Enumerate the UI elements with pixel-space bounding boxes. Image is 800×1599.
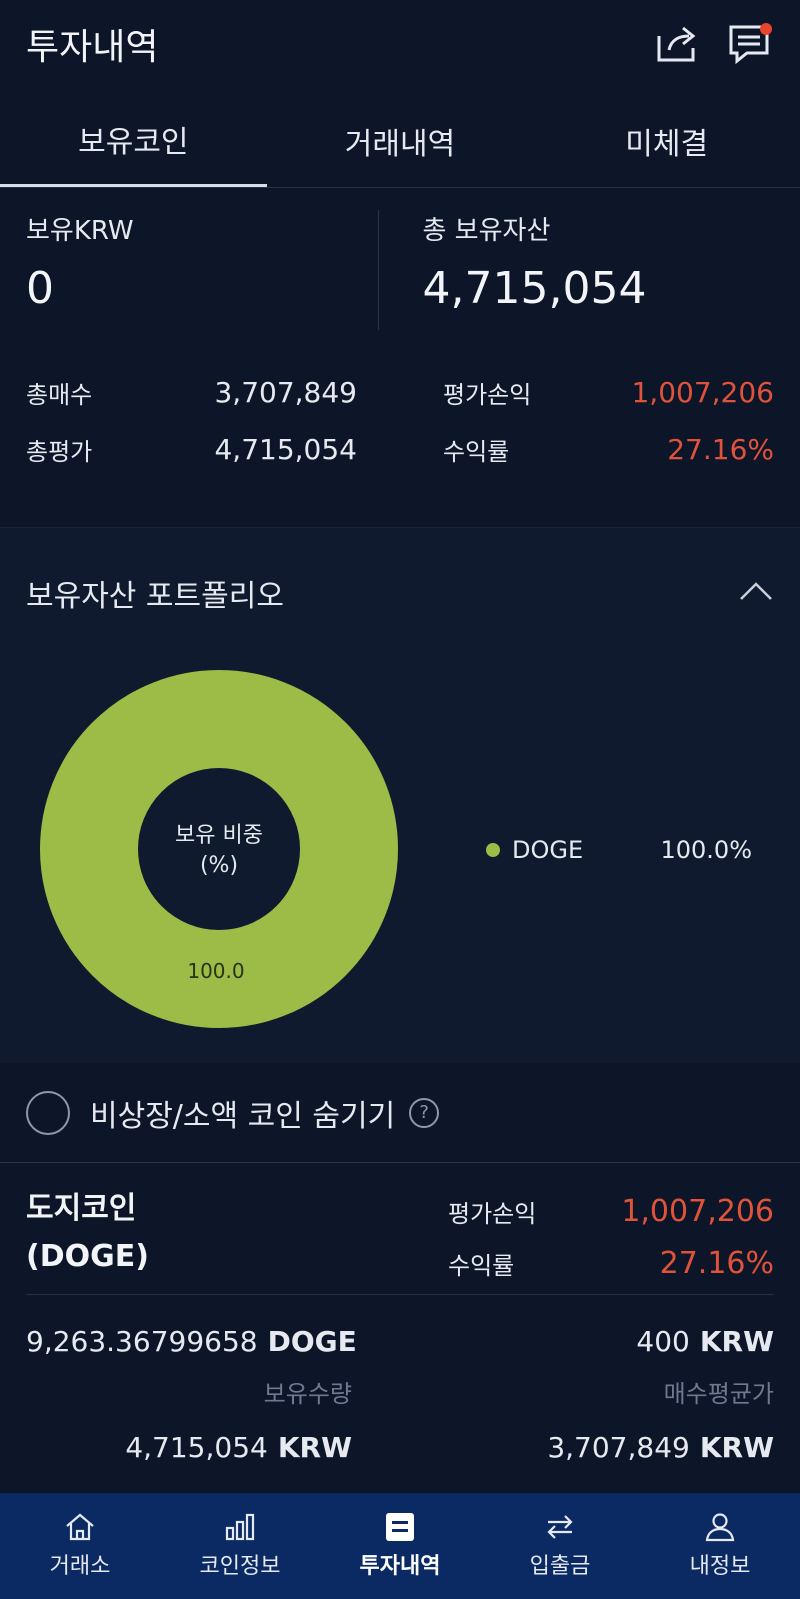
portfolio-legend: DOGE 100.0% <box>486 836 752 864</box>
total-asset-value: 4,715,054 <box>422 263 647 314</box>
portfolio-donut-chart: 보유 비중 (%) 100.0 <box>40 670 398 1028</box>
coin-name-symbol: (DOGE) <box>26 1239 149 1274</box>
holding-quantity-label: 보유수량 <box>263 1380 352 1408</box>
legend-value: 100.0% <box>660 836 752 864</box>
chevron-up-icon[interactable] <box>738 580 774 606</box>
portfolio-title: 보유자산 포트폴리오 <box>26 579 284 614</box>
tab-unfilled[interactable]: 미체결 <box>533 88 800 187</box>
coin-rate-label: 수익률 <box>448 1251 515 1280</box>
nav-deposit-withdraw-label: 입출금 <box>529 1554 591 1579</box>
notification-dot <box>760 23 772 35</box>
list-icon <box>386 1513 414 1541</box>
tab-bar: 보유코인 거래내역 미체결 <box>0 88 800 188</box>
nav-investments-label: 투자내역 <box>359 1554 441 1579</box>
radio-button[interactable] <box>26 1090 70 1135</box>
donut-center-line2: (%) <box>200 853 238 878</box>
total-buy-label: 총매수 <box>26 381 93 409</box>
return-rate-value: 27.16% <box>667 433 774 466</box>
bottom-navigation: 거래소 코인정보 투자내역 입출금 내정보 <box>0 1493 800 1599</box>
coin-name-korean: 도지코인 <box>26 1191 137 1226</box>
divider <box>0 500 800 528</box>
hide-small-coins-label: 비상장/소액 코인 숨기기 <box>90 1098 396 1134</box>
total-eval-label: 총평가 <box>26 438 93 466</box>
donut-center-line1: 보유 비중 <box>175 823 263 848</box>
chat-icon[interactable] <box>724 19 774 69</box>
donut-slice-label: 100.0 <box>187 959 244 983</box>
nav-coin-info[interactable]: 코인정보 <box>160 1493 320 1599</box>
total-buy-value: 3,707,849 <box>214 376 357 409</box>
share-icon[interactable] <box>652 19 702 69</box>
page-title: 투자내역 <box>26 27 159 68</box>
hide-small-coins-toggle[interactable]: 비상장/소액 코인 숨기기 ? <box>0 1063 800 1163</box>
tab-holdings[interactable]: 보유코인 <box>0 88 267 187</box>
coin-pl-label: 평가손익 <box>448 1199 537 1228</box>
transfer-icon <box>547 1515 573 1539</box>
holding-quantity-unit: DOGE <box>267 1325 357 1358</box>
holding-quantity: 9,263.36799658 <box>26 1325 258 1358</box>
nav-my-info-label: 내정보 <box>689 1554 751 1579</box>
tab-trade-history[interactable]: 거래내역 <box>267 88 534 187</box>
legend-dot <box>486 843 500 857</box>
avg-buy-price: 400 <box>636 1325 690 1358</box>
top-bar: 투자내역 <box>0 0 800 88</box>
nav-coin-info-label: 코인정보 <box>199 1554 281 1579</box>
total-eval-value: 4,715,054 <box>214 433 357 466</box>
legend-name: DOGE <box>512 836 584 864</box>
coin-holding-card: 도지코인 (DOGE) 평가손익 1,007,206 수익률 27.16% 9,… <box>0 1163 800 1464</box>
profit-loss-label: 평가손익 <box>443 381 532 409</box>
bar-chart-icon <box>225 1513 255 1541</box>
nav-exchange[interactable]: 거래소 <box>0 1493 160 1599</box>
coin-buy-amount: 3,707,849 <box>547 1431 690 1464</box>
portfolio-section: 보유자산 포트폴리오 보유 비중 (%) 100.0 DOGE 100.0% <box>0 528 800 1063</box>
asset-summary: 보유KRW 0 총 보유자산 4,715,054 총매수 3,707,849 총… <box>0 188 800 478</box>
return-rate-label: 수익률 <box>443 438 510 466</box>
coin-eval-amount: 4,715,054 <box>125 1431 268 1464</box>
krw-label: 보유KRW <box>26 216 134 246</box>
avg-buy-price-label: 매수평균가 <box>663 1380 774 1408</box>
avg-buy-price-unit: KRW <box>699 1325 774 1358</box>
coin-rate-value: 27.16% <box>659 1245 774 1281</box>
coin-pl-value: 1,007,206 <box>621 1193 774 1229</box>
nav-investments[interactable]: 투자내역 <box>320 1493 480 1599</box>
total-asset-label: 총 보유자산 <box>422 216 551 246</box>
nav-deposit-withdraw[interactable]: 입출금 <box>480 1493 640 1599</box>
home-icon <box>66 1513 94 1541</box>
user-icon <box>705 1513 735 1542</box>
coin-name: 도지코인 (DOGE) <box>26 1185 448 1294</box>
nav-my-info[interactable]: 내정보 <box>640 1493 800 1599</box>
profit-loss-value: 1,007,206 <box>631 376 774 409</box>
nav-exchange-label: 거래소 <box>49 1554 111 1579</box>
help-icon[interactable]: ? <box>409 1097 440 1128</box>
coin-eval-unit: KRW <box>277 1431 352 1464</box>
donut-slice-doge <box>40 670 398 1028</box>
krw-value: 0 <box>26 263 54 314</box>
coin-buy-unit: KRW <box>699 1431 774 1464</box>
